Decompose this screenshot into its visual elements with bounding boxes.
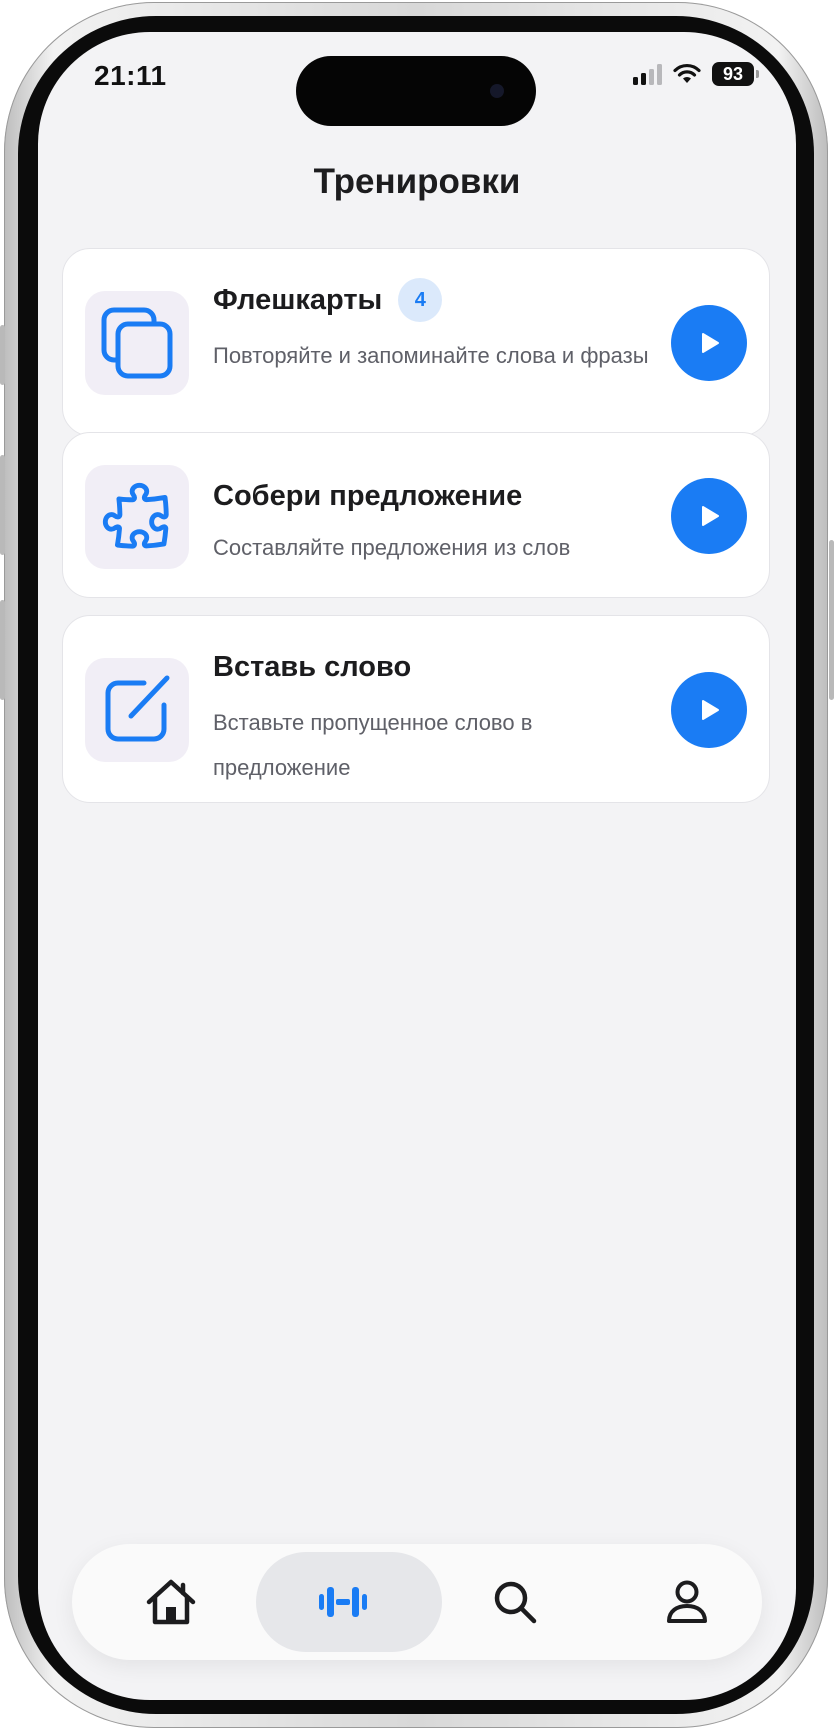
card-description: Составляйте предложения из слов xyxy=(213,535,571,560)
app-screen: 21:11 93 Тренировки Флешкарты 4 Повторяй… xyxy=(38,32,796,1700)
cellular-signal-icon xyxy=(633,63,662,85)
card-title: Собери предложение xyxy=(213,479,523,512)
person-icon xyxy=(667,1580,707,1623)
count-badge: 4 xyxy=(398,278,443,322)
card-icon-tile xyxy=(85,465,189,569)
card-title: Флешкарты xyxy=(213,283,383,316)
action-button xyxy=(0,325,5,385)
tab-bar xyxy=(72,1544,762,1660)
card-icon-tile xyxy=(85,291,189,395)
play-button-build-sentence[interactable] xyxy=(671,478,747,554)
battery-icon: 93 xyxy=(712,62,759,86)
status-icons: 93 xyxy=(633,62,759,86)
card-title: Вставь слово xyxy=(213,650,412,683)
tab-search[interactable] xyxy=(430,1544,600,1660)
play-button-flashcards[interactable] xyxy=(671,305,747,381)
power-button xyxy=(829,540,834,700)
dynamic-island xyxy=(296,56,536,126)
edit-square-icon xyxy=(105,675,170,742)
tab-profile[interactable] xyxy=(602,1544,772,1660)
cards-stack-icon xyxy=(101,307,173,379)
play-button-insert-word[interactable] xyxy=(671,672,747,748)
page-title: Тренировки xyxy=(313,162,521,201)
training-card-build-sentence[interactable]: Собери предложение Составляйте предложен… xyxy=(62,432,770,598)
card-description: Вставьте пропущенное слово в предложение xyxy=(213,710,533,780)
wifi-icon xyxy=(673,63,701,83)
front-camera xyxy=(490,84,504,98)
play-icon xyxy=(702,506,719,526)
status-time: 21:11 xyxy=(94,60,167,91)
training-card-flashcards[interactable]: Флешкарты 4 Повторяйте и запоминайте сло… xyxy=(62,248,770,436)
tab-trainings[interactable] xyxy=(256,1544,442,1660)
home-icon xyxy=(146,1579,196,1625)
card-icon-tile xyxy=(85,658,189,762)
dumbbell-icon xyxy=(319,1587,367,1617)
puzzle-icon xyxy=(102,482,169,549)
volume-up-button xyxy=(0,455,5,555)
play-icon xyxy=(702,700,719,720)
search-icon xyxy=(494,1581,537,1624)
volume-down-button xyxy=(0,600,5,700)
play-icon xyxy=(702,333,719,353)
training-card-insert-word[interactable]: Вставь слово Вставьте пропущенное слово … xyxy=(62,615,770,803)
card-description: Повторяйте и запоминайте слова и фразы xyxy=(213,343,649,368)
tab-home[interactable] xyxy=(86,1544,256,1660)
